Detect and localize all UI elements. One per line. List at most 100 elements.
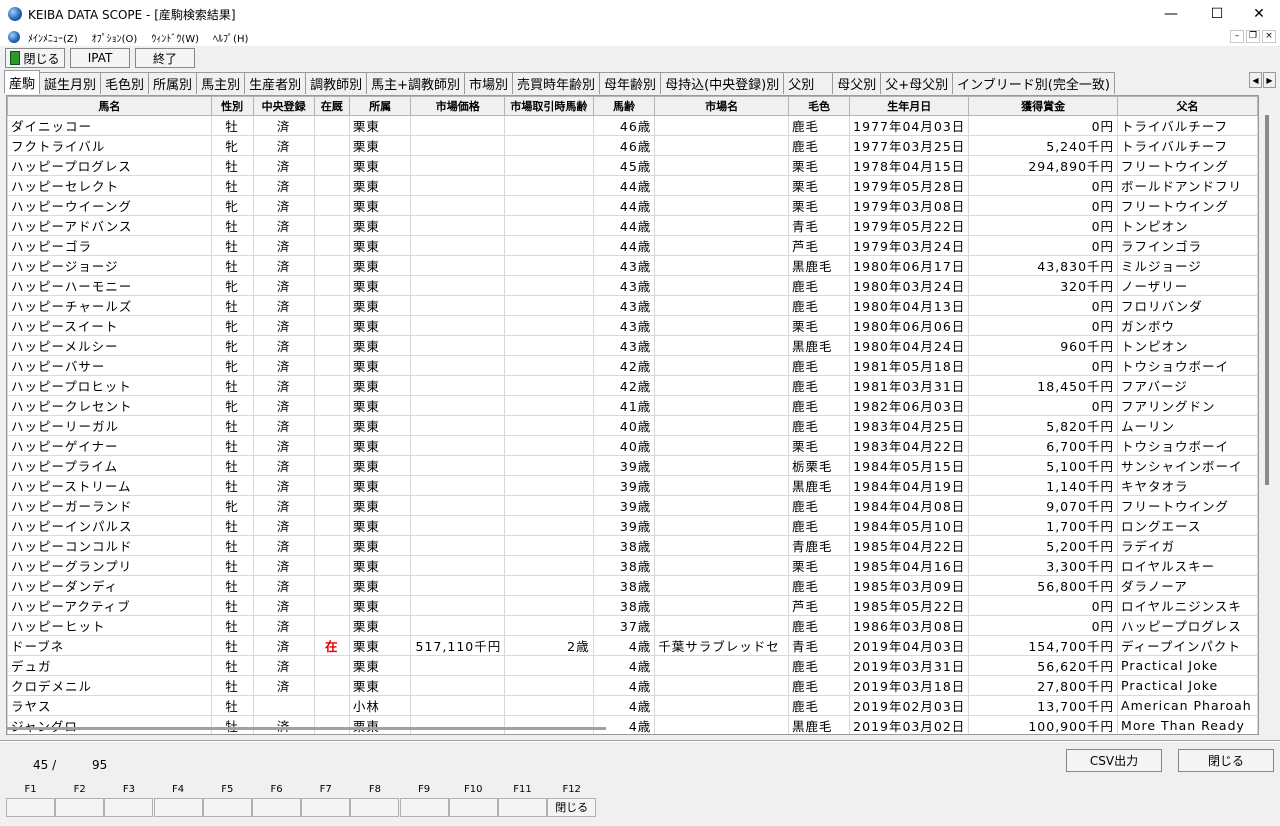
table-row[interactable]: ハッピーガーランド牝済 栗東 39歳 鹿毛 1984年04月08日 9,070千円 フリート… bbox=[7, 495, 1258, 516]
maximize-button[interactable]: ☐ bbox=[1194, 0, 1240, 28]
horizontal-scrollbar[interactable] bbox=[6, 724, 606, 732]
table-row[interactable]: ハッピージョージ牡済 栗東 43歳 黒鹿毛 1980年06月17日 43,830千円 ミルジ… bbox=[7, 255, 1258, 276]
tab-damsire[interactable]: 母父別 bbox=[832, 72, 882, 94]
minimize-button[interactable]: — bbox=[1148, 0, 1194, 28]
mdi-restore-icon[interactable]: ❐ bbox=[1246, 30, 1260, 43]
table-row[interactable]: ハッピーアドバンス牡済 栗東 44歳 青毛 1979年05月22日 0円 トンピオン bbox=[7, 215, 1258, 236]
table-row[interactable]: ハッピープロヒット牡済 栗東 42歳 鹿毛 1981年03月31日 18,450千円 フアバ… bbox=[7, 375, 1258, 396]
toolbar-close-button[interactable]: 閉じる bbox=[5, 48, 65, 68]
fkey-button[interactable]: 閉じる bbox=[547, 798, 597, 817]
table-row[interactable]: フクトライバル牝済 栗東 46歳 鹿毛 1977年03月25日 5,240千円 トライバルチ… bbox=[7, 135, 1258, 156]
col-header[interactable]: 馬名 bbox=[7, 96, 212, 116]
tab-birth-month[interactable]: 誕生月別 bbox=[39, 72, 102, 94]
fkey-button[interactable] bbox=[104, 798, 154, 817]
col-header[interactable]: 馬齢 bbox=[592, 96, 656, 116]
menu-options[interactable]: ｵﾌﾟｼｮﾝ(O) bbox=[92, 30, 138, 45]
table-row[interactable]: ハッピープライム牡済 栗東 39歳 栃栗毛 1984年05月15日 5,100千円 サンシャ… bbox=[7, 455, 1258, 476]
tab-affiliation[interactable]: 所属別 bbox=[148, 72, 198, 94]
table-row[interactable]: ハッピーアクティブ牡済 栗東 38歳 芦毛 1985年05月22日 0円 ロイヤルニジンスキ bbox=[7, 595, 1258, 616]
table-row[interactable]: ハッピーインパルス牡済 栗東 39歳 鹿毛 1984年05月10日 1,700千円 ロングエ… bbox=[7, 515, 1258, 536]
csv-export-button[interactable]: CSV出力 bbox=[1066, 749, 1162, 772]
table-row[interactable]: ハッピーメルシー牝済 栗東 43歳 黒鹿毛 1980年04月24日 960千円 トンピオン bbox=[7, 335, 1258, 356]
exit-button[interactable]: 終了 bbox=[135, 48, 195, 68]
tab-owner-trainer[interactable]: 馬主+調教師別 bbox=[366, 72, 466, 94]
mdi-minimize-icon[interactable]: – bbox=[1230, 30, 1244, 43]
fkey-button[interactable] bbox=[498, 798, 547, 817]
table-cell: ロイヤルニジンスキ bbox=[1117, 595, 1258, 616]
table-cell bbox=[654, 135, 789, 156]
table-row[interactable]: クロデメニル牡済 栗東 4歳 鹿毛 2019年03月18日 27,800千円 Practic… bbox=[7, 675, 1258, 696]
table-row[interactable]: ハッピーストリーム牡済 栗東 39歳 黒鹿毛 1984年04月19日 1,140千円 キヤタ… bbox=[7, 475, 1258, 496]
col-header[interactable]: 生年月日 bbox=[849, 96, 970, 116]
fkey-button[interactable] bbox=[153, 798, 203, 817]
table-row[interactable]: ドーブネ牡済在栗東 517,110千円 2歳 4歳 千葉サラブレッドセ 青毛 2019年04… bbox=[7, 635, 1258, 656]
table-row[interactable]: ハッピーダンディ牡済 栗東 38歳 鹿毛 1985年03月09日 56,800千円 ダラノー… bbox=[7, 575, 1258, 596]
tab-dam-age[interactable]: 母年齢別 bbox=[599, 72, 662, 94]
table-row[interactable]: ハッピーゴラ牡済 栗東 44歳 芦毛 1979年03月24日 0円 ラフインゴラ bbox=[7, 235, 1258, 256]
tab-breeder[interactable]: 生産者別 bbox=[244, 72, 307, 94]
col-header[interactable]: 市場取引時馬齢 bbox=[504, 96, 594, 116]
table-row[interactable]: ハッピースイート牝済 栗東 43歳 栗毛 1980年06月06日 0円 ガンボウ bbox=[7, 315, 1258, 336]
tab-dam-import[interactable]: 母持込(中央登録)別 bbox=[660, 72, 785, 94]
fkey-button[interactable] bbox=[350, 798, 400, 817]
menu-main[interactable]: ﾒｲﾝﾒﾆｭｰ(Z) bbox=[28, 30, 78, 45]
ipat-button[interactable]: IPAT bbox=[70, 48, 130, 68]
table-row[interactable]: ハッピーウイーング牝済 栗東 44歳 栗毛 1979年03月08日 0円 フリートウイング bbox=[7, 195, 1258, 216]
table-row[interactable]: ラヤス牡 小林 4歳 鹿毛 2019年02月03日 13,700千円 American Ph… bbox=[7, 695, 1258, 716]
table-row[interactable]: デュガ牡済 栗東 4歳 鹿毛 2019年03月31日 56,620千円 Practical … bbox=[7, 655, 1258, 676]
close-window-button[interactable]: ✕ bbox=[1236, 0, 1280, 28]
fkey-button[interactable] bbox=[55, 798, 105, 817]
table-cell: 済 bbox=[252, 275, 315, 296]
table-row[interactable]: ハッピーセレクト牡済 栗東 44歳 栗毛 1979年05月28日 0円 ボールドアンドフリ bbox=[7, 175, 1258, 196]
vertical-scrollbar[interactable] bbox=[1262, 95, 1274, 735]
table-row[interactable]: ハッピーヒット牡済 栗東 37歳 鹿毛 1986年03月08日 0円 ハッピープログレス bbox=[7, 615, 1258, 636]
table-row[interactable]: ハッピーチャールズ牡済 栗東 43歳 鹿毛 1980年04月13日 0円 フロリバンダ bbox=[7, 295, 1258, 316]
col-header[interactable]: 中央登録 bbox=[252, 96, 315, 116]
table-row[interactable]: ハッピーグランプリ牡済 栗東 38歳 栗毛 1985年04月16日 3,300千円 ロイヤル… bbox=[7, 555, 1258, 576]
menu-help[interactable]: ﾍﾙﾌﾟ(H) bbox=[213, 30, 248, 45]
results-grid[interactable]: 馬名 性別 中央登録 在厩 所属 市場価格 市場取引時馬齢 馬齢 市場名 毛色 … bbox=[6, 95, 1259, 735]
tab-market[interactable]: 市場別 bbox=[464, 72, 514, 94]
table-row[interactable]: ハッピーコンコルド牡済 栗東 38歳 青鹿毛 1985年04月22日 5,200千円 ラデイ… bbox=[7, 535, 1258, 556]
menu-window[interactable]: ｳｨﾝﾄﾞｳ(W) bbox=[151, 30, 199, 45]
table-cell bbox=[410, 155, 506, 176]
table-row[interactable]: ハッピーゲイナー牡済 栗東 40歳 栗毛 1983年04月22日 6,700千円 トウショウ… bbox=[7, 435, 1258, 456]
fkey-button[interactable] bbox=[448, 798, 498, 817]
fkey-button[interactable] bbox=[202, 798, 252, 817]
close-button[interactable]: 閉じる bbox=[1178, 749, 1274, 772]
col-header[interactable]: 毛色 bbox=[787, 96, 851, 116]
col-header[interactable]: 在厩 bbox=[313, 96, 350, 116]
horizontal-scroll-thumb[interactable] bbox=[6, 727, 606, 730]
table-row[interactable]: ダイニッコー牡済 栗東 46歳 鹿毛 1977年04月03日 0円 トライバルチーフ bbox=[7, 115, 1258, 136]
mdi-close-icon[interactable]: × bbox=[1262, 30, 1276, 43]
table-row[interactable]: ハッピーバサー牝済 栗東 42歳 鹿毛 1981年05月18日 0円 トウショウボーイ bbox=[7, 355, 1258, 376]
fkey-button[interactable] bbox=[399, 798, 449, 817]
tab-owner[interactable]: 馬主別 bbox=[196, 72, 246, 94]
tab-scroll-left-icon[interactable]: ◀ bbox=[1249, 72, 1262, 88]
tab-sale-age[interactable]: 売買時年齢別 bbox=[512, 72, 601, 94]
table-row[interactable]: ハッピープログレス牡済 栗東 45歳 栗毛 1978年04月15日 294,890千円 フリ… bbox=[7, 155, 1258, 176]
table-cell: 栗東 bbox=[348, 555, 412, 576]
col-header[interactable]: 父名 bbox=[1117, 96, 1258, 116]
table-row[interactable]: ハッピーハーモニー牝済 栗東 43歳 鹿毛 1980年03月24日 320千円 ノーザリー bbox=[7, 275, 1258, 296]
tab-sire-damsire[interactable]: 父+母父別 bbox=[880, 72, 954, 94]
fkey-button[interactable] bbox=[301, 798, 351, 817]
col-header[interactable]: 獲得賞金 bbox=[968, 96, 1119, 116]
col-header[interactable]: 市場名 bbox=[654, 96, 789, 116]
table-cell: 1985年04月22日 bbox=[849, 535, 970, 556]
tab-scroll-right-icon[interactable]: ▶ bbox=[1263, 72, 1276, 88]
tab-sire[interactable]: 父別 bbox=[783, 72, 834, 94]
col-header[interactable]: 所属 bbox=[348, 96, 412, 116]
tab-inbreed[interactable]: インブリード別(完全一致) bbox=[952, 72, 1115, 94]
fkey-button[interactable] bbox=[6, 798, 55, 817]
table-row[interactable]: ハッピークレセント牝済 栗東 41歳 鹿毛 1982年06月03日 0円 フアリングドン bbox=[7, 395, 1258, 416]
tab-trainer[interactable]: 調教師別 bbox=[305, 72, 368, 94]
tab-coat-color[interactable]: 毛色別 bbox=[100, 72, 150, 94]
col-header[interactable]: 性別 bbox=[210, 96, 254, 116]
tab-sanku[interactable]: 産駒 bbox=[4, 70, 41, 94]
fkey-button[interactable] bbox=[252, 798, 301, 817]
vertical-scroll-thumb[interactable] bbox=[1265, 115, 1269, 485]
table-row[interactable]: ハッピーリーガル牡済 栗東 40歳 鹿毛 1983年04月25日 5,820千円 ムーリン bbox=[7, 415, 1258, 436]
globe-icon bbox=[8, 7, 22, 21]
col-header[interactable]: 市場価格 bbox=[410, 96, 506, 116]
